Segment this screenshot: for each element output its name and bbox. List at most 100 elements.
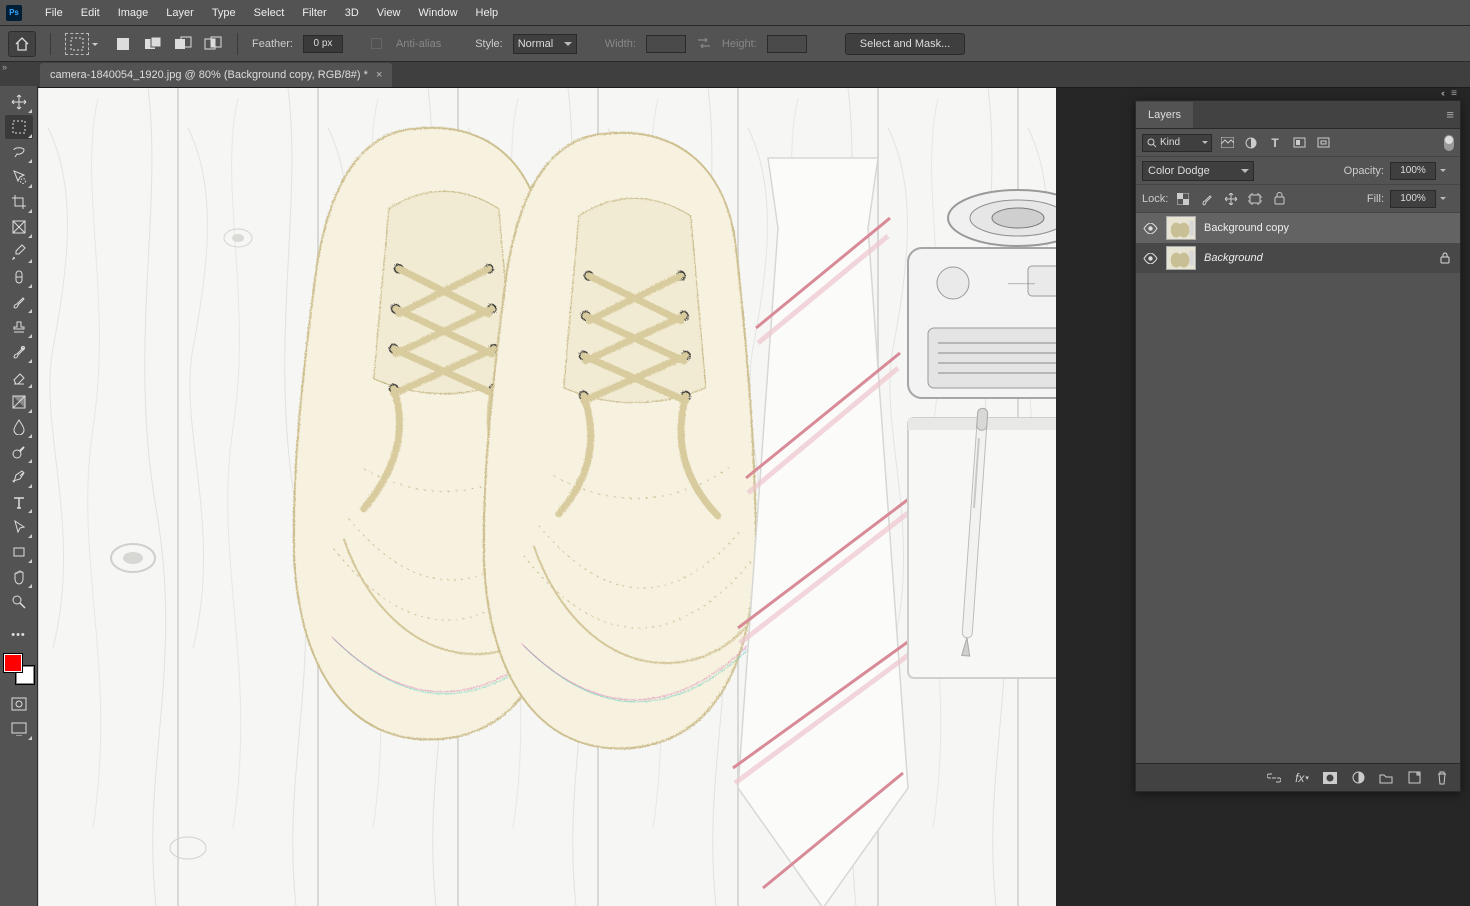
menu-type[interactable]: Type (203, 0, 245, 26)
lock-position-icon[interactable] (1222, 190, 1240, 208)
menu-layer[interactable]: Layer (157, 0, 203, 26)
color-swatches[interactable] (4, 654, 34, 684)
tools-panel: ••• (0, 86, 38, 906)
group-icon[interactable] (1378, 770, 1394, 786)
height-input (767, 35, 807, 53)
home-icon (14, 37, 30, 51)
document-tab-title: camera-1840054_1920.jpg @ 80% (Backgroun… (50, 63, 368, 87)
feather-input[interactable]: 0 px (303, 35, 343, 53)
layer-filter-row: Kind T (1136, 129, 1460, 157)
width-label: Width: (605, 38, 636, 50)
menu-select[interactable]: Select (245, 0, 294, 26)
hand-tool[interactable] (5, 565, 33, 589)
menu-view[interactable]: View (368, 0, 410, 26)
swap-dimensions-icon (696, 36, 712, 52)
filter-type-dropdown[interactable]: Kind (1142, 134, 1212, 152)
filter-shape-icon[interactable] (1290, 134, 1308, 152)
new-selection-icon[interactable] (113, 34, 133, 54)
screen-mode-toggle[interactable] (5, 717, 33, 741)
dodge-tool[interactable] (5, 440, 33, 464)
layer-thumbnail[interactable] (1166, 216, 1196, 240)
layer-list-empty-area[interactable] (1136, 273, 1460, 763)
rectangle-tool[interactable] (5, 540, 33, 564)
add-selection-icon[interactable] (143, 34, 163, 54)
document-canvas[interactable]: ——— (38, 88, 1056, 906)
frame-tool[interactable] (5, 215, 33, 239)
link-layers-icon[interactable] (1266, 770, 1282, 786)
style-dropdown[interactable]: Normal (513, 34, 577, 54)
edit-toolbar-icon[interactable]: ••• (5, 623, 33, 647)
brush-tool[interactable] (5, 290, 33, 314)
fill-input[interactable]: 100% (1390, 190, 1436, 208)
foreground-color-swatch[interactable] (4, 654, 22, 672)
healing-brush-tool[interactable] (5, 265, 33, 289)
lasso-tool[interactable] (5, 140, 33, 164)
filter-type-icon[interactable]: T (1266, 134, 1284, 152)
close-tab-icon[interactable]: × (376, 63, 382, 87)
filter-adjust-icon[interactable] (1242, 134, 1260, 152)
select-and-mask-button[interactable]: Select and Mask... (845, 33, 966, 55)
layers-panel-footer: fx▾ (1136, 763, 1460, 791)
filter-pixel-icon[interactable] (1218, 134, 1236, 152)
blur-tool[interactable] (5, 415, 33, 439)
opacity-input[interactable]: 100% (1390, 162, 1436, 180)
delete-layer-icon[interactable] (1434, 770, 1450, 786)
lock-icon (1440, 252, 1450, 264)
zoom-tool[interactable] (5, 590, 33, 614)
gradient-tool[interactable] (5, 390, 33, 414)
visibility-toggle-icon[interactable] (1142, 250, 1158, 266)
lock-artboard-icon[interactable] (1246, 190, 1264, 208)
marquee-preset-dropdown[interactable] (65, 33, 89, 55)
document-tab[interactable]: camera-1840054_1920.jpg @ 80% (Backgroun… (40, 63, 392, 87)
intersect-selection-icon[interactable] (203, 34, 223, 54)
layer-name[interactable]: Background copy (1204, 222, 1289, 234)
lock-image-icon[interactable] (1198, 190, 1216, 208)
marquee-tool[interactable] (5, 115, 33, 139)
menu-bar: Ps FileEditImageLayerTypeSelectFilter3DV… (0, 0, 1470, 26)
layer-row[interactable]: Background (1136, 243, 1460, 273)
layer-name[interactable]: Background (1204, 252, 1263, 264)
layer-mask-icon[interactable] (1322, 770, 1338, 786)
menu-edit[interactable]: Edit (72, 0, 109, 26)
marquee-icon (70, 37, 84, 51)
layer-style-icon[interactable]: fx▾ (1294, 770, 1310, 786)
lock-fill-row: Lock: Fill: 100% (1136, 185, 1460, 213)
options-bar: Feather: 0 px Anti-alias Style: Normal W… (0, 26, 1470, 62)
crop-tool[interactable] (5, 190, 33, 214)
history-brush-tool[interactable] (5, 340, 33, 364)
layers-tab[interactable]: Layers (1136, 102, 1193, 128)
filter-smart-icon[interactable] (1314, 134, 1332, 152)
layer-row[interactable]: Background copy (1136, 213, 1460, 243)
fill-label: Fill: (1367, 193, 1384, 205)
filter-toggle[interactable] (1444, 135, 1454, 151)
new-layer-icon[interactable] (1406, 770, 1422, 786)
separator (50, 33, 51, 55)
panel-menu-icon[interactable]: ≡ (1446, 107, 1454, 122)
pen-tool[interactable] (5, 465, 33, 489)
menu-filter[interactable]: Filter (293, 0, 335, 26)
eraser-tool[interactable] (5, 365, 33, 389)
type-tool[interactable] (5, 490, 33, 514)
menu-3d[interactable]: 3D (336, 0, 368, 26)
home-button[interactable] (8, 31, 36, 57)
stamp-tool[interactable] (5, 315, 33, 339)
feather-label: Feather: (252, 38, 293, 50)
expand-left-docks-icon[interactable] (0, 62, 12, 76)
menu-file[interactable]: File (36, 0, 72, 26)
menu-items: FileEditImageLayerTypeSelectFilter3DView… (36, 0, 507, 26)
path-select-tool[interactable] (5, 515, 33, 539)
move-tool[interactable] (5, 90, 33, 114)
lock-all-icon[interactable] (1270, 190, 1288, 208)
eyedropper-tool[interactable] (5, 240, 33, 264)
blend-mode-dropdown[interactable]: Color Dodge (1142, 161, 1254, 181)
subtract-selection-icon[interactable] (173, 34, 193, 54)
lock-transparency-icon[interactable] (1174, 190, 1192, 208)
visibility-toggle-icon[interactable] (1142, 220, 1158, 236)
adjustment-layer-icon[interactable] (1350, 770, 1366, 786)
quick-select-tool[interactable] (5, 165, 33, 189)
layer-thumbnail[interactable] (1166, 246, 1196, 270)
menu-window[interactable]: Window (409, 0, 466, 26)
menu-help[interactable]: Help (467, 0, 508, 26)
menu-image[interactable]: Image (109, 0, 158, 26)
quick-mask-toggle[interactable] (5, 692, 33, 716)
